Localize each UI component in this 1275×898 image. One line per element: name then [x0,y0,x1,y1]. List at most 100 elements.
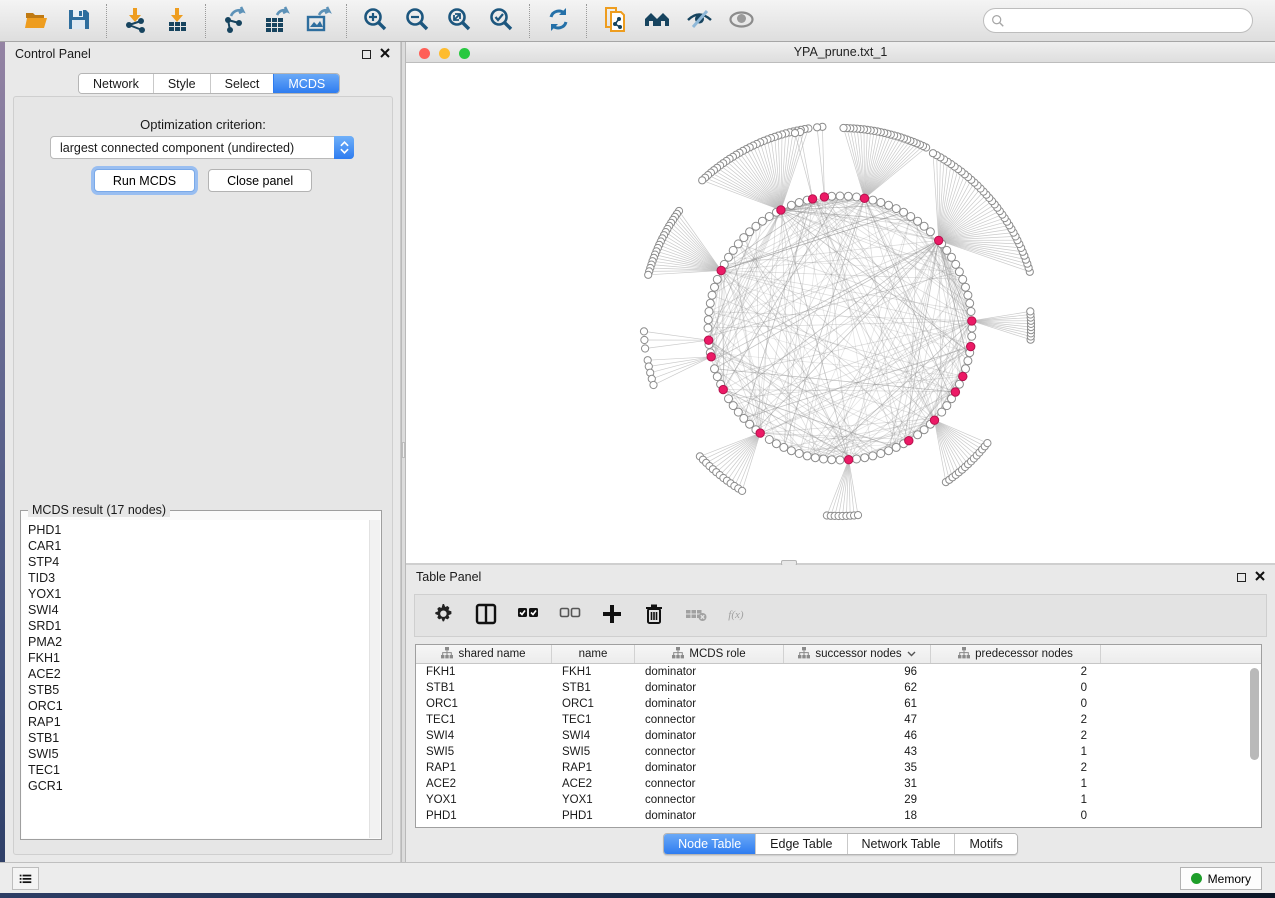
cell-shared-name: PHD1 [416,808,552,824]
refresh-icon [545,6,572,36]
cell-successor-nodes: 18 [784,808,931,824]
tab-network-table[interactable]: Network Table [847,834,955,854]
open-session-button[interactable] [18,4,54,38]
mcds-node-item[interactable]: GCR1 [22,778,380,794]
splitter-handle[interactable] [402,442,405,458]
show-all-button[interactable] [723,4,759,38]
search-box[interactable] [983,8,1253,33]
table-row[interactable]: TEC1TEC1connector472 [416,712,1261,728]
save-session-button[interactable] [60,4,96,38]
tab-edge-table[interactable]: Edge Table [755,834,846,854]
search-input[interactable] [1009,11,1252,31]
table-row[interactable]: PHD1PHD1dominator180 [416,808,1261,824]
settings-gear-button[interactable] [429,600,459,632]
run-mcds-button[interactable]: Run MCDS [94,169,195,192]
first-neighbors-button[interactable] [639,4,675,38]
mcds-list-scrollbar[interactable] [369,520,380,838]
network-window-titlebar[interactable]: YPA_prune.txt_1 [406,42,1275,63]
mcds-node-item[interactable]: ACE2 [22,666,380,682]
mcds-node-item[interactable]: PHD1 [22,522,380,538]
mcds-node-item[interactable]: TEC1 [22,762,380,778]
show-column-button[interactable] [471,600,501,632]
cell-shared-name: RAP1 [416,760,552,776]
export-table-button[interactable] [258,4,294,38]
table-scrollbar-thumb[interactable] [1250,668,1259,760]
table-row[interactable]: SWI4SWI4dominator462 [416,728,1261,744]
cell-shared-name: FKH1 [416,664,552,680]
refresh-button[interactable] [540,4,576,38]
show-column-icon [475,603,497,628]
function-builder-icon: f(x) [727,603,749,628]
clone-network-button[interactable] [597,4,633,38]
hide-selected-button[interactable] [681,4,717,38]
add-row-button[interactable] [597,600,627,632]
column-header-shared-name[interactable]: shared name [416,645,552,663]
tab-motifs[interactable]: Motifs [954,834,1016,854]
table-row[interactable]: STB1STB1dominator620 [416,680,1261,696]
column-header-successor-nodes[interactable]: successor nodes [784,645,931,663]
table-scrollbar[interactable] [1250,668,1259,823]
task-list-icon [19,872,32,886]
tab-network[interactable]: Network [79,74,153,93]
mcds-node-item[interactable]: STP4 [22,554,380,570]
table-row[interactable]: RAP1RAP1dominator352 [416,760,1261,776]
zoom-in-button[interactable] [357,4,393,38]
delete-row-button[interactable] [639,600,669,632]
column-header-name[interactable]: name [552,645,635,663]
mcds-node-item[interactable]: SRD1 [22,618,380,634]
zoom-fit-button[interactable] [441,4,477,38]
mcds-node-item[interactable]: STB1 [22,730,380,746]
table-row[interactable]: YOX1YOX1connector291 [416,792,1261,808]
cell-shared-name: STB1 [416,680,552,696]
import-table-button[interactable] [159,4,195,38]
close-table-panel-icon[interactable] [1255,570,1265,584]
mcds-node-item[interactable]: TID3 [22,570,380,586]
mcds-node-item[interactable]: PMA2 [22,634,380,650]
cell-successor-nodes: 31 [784,776,931,792]
export-network-button[interactable] [216,4,252,38]
mcds-node-item[interactable]: FKH1 [22,650,380,666]
mcds-node-item[interactable]: ORC1 [22,698,380,714]
mcds-node-item[interactable]: SWI5 [22,746,380,762]
cell-MCDS-role: connector [635,792,784,808]
column-header-MCDS-role[interactable]: MCDS role [635,645,784,663]
import-network-button[interactable] [117,4,153,38]
cell-MCDS-role: dominator [635,808,784,824]
zoom-in-icon [362,6,389,36]
cell-shared-name: ACE2 [416,776,552,792]
tab-node-table[interactable]: Node Table [664,834,755,854]
mcds-node-item[interactable]: RAP1 [22,714,380,730]
tab-mcds[interactable]: MCDS [273,74,339,93]
export-image-button[interactable] [300,4,336,38]
table-row[interactable]: FKH1FKH1dominator962 [416,664,1261,680]
mcds-node-item[interactable]: SWI4 [22,602,380,618]
table-panel-title: Table Panel [416,570,481,584]
network-view[interactable] [406,63,1275,565]
zoom-selected-button[interactable] [483,4,519,38]
node-table[interactable]: shared namenameMCDS rolesuccessor nodesp… [415,644,1262,828]
table-row[interactable]: ORC1ORC1dominator610 [416,696,1261,712]
float-table-panel-icon[interactable] [1237,573,1246,582]
network-graph[interactable] [406,63,1275,565]
zoom-out-button[interactable] [399,4,435,38]
float-panel-icon[interactable] [362,50,371,59]
task-history-button[interactable] [12,867,39,890]
optimization-criterion-select[interactable]: largest connected component (undirected) [50,136,354,159]
column-header-predecessor-nodes[interactable]: predecessor nodes [931,645,1101,663]
cell-name: STB1 [552,680,635,696]
cell-shared-name: YOX1 [416,792,552,808]
mcds-result-list[interactable]: PHD1CAR1STP4TID3YOX1SWI4SRD1PMA2FKH1ACE2… [22,520,380,838]
table-row[interactable]: SWI5SWI5connector431 [416,744,1261,760]
mcds-node-item[interactable]: YOX1 [22,586,380,602]
tab-select[interactable]: Select [210,74,274,93]
select-all-button[interactable] [513,600,543,632]
deselect-all-button[interactable] [555,600,585,632]
tab-style[interactable]: Style [153,74,210,93]
mcds-node-item[interactable]: CAR1 [22,538,380,554]
close-panel-icon[interactable] [380,47,390,61]
memory-button[interactable]: Memory [1180,867,1262,890]
zoom-out-icon [404,6,431,36]
close-panel-button[interactable]: Close panel [208,169,312,192]
table-row[interactable]: ACE2ACE2connector311 [416,776,1261,792]
mcds-node-item[interactable]: STB5 [22,682,380,698]
